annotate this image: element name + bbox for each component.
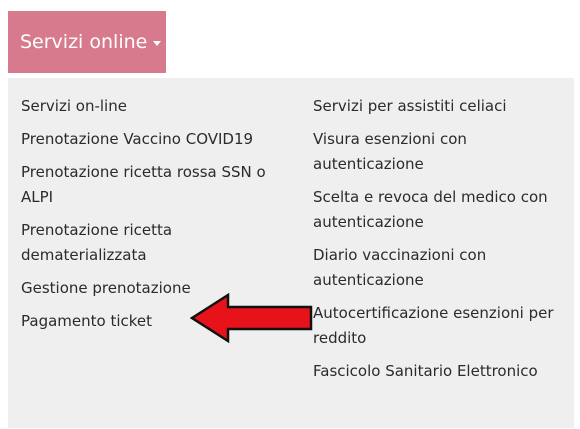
servizi-online-button[interactable]: Servizi online	[8, 11, 166, 73]
menu-item-scelta-revoca-medico[interactable]: Scelta e revoca del medico con autentica…	[313, 185, 565, 235]
menu-item-visura-esenzioni[interactable]: Visura esenzioni con autenticazione	[313, 127, 565, 177]
menu-item-servizi-on-line[interactable]: Servizi on-line	[21, 94, 301, 119]
menu-item-prenotazione-ricetta-rossa[interactable]: Prenotazione ricetta rossa SSN o ALPI	[21, 160, 301, 210]
servizi-online-label: Servizi online	[20, 31, 148, 53]
servizi-online-dropdown: Servizi on-line Prenotazione Vaccino COV…	[8, 78, 574, 428]
dropdown-right-column: Servizi per assistiti celiaci Visura ese…	[313, 94, 565, 392]
menu-item-autocertificazione-esenzioni[interactable]: Autocertificazione esenzioni per reddito	[313, 301, 565, 351]
red-arrow-icon	[190, 292, 313, 344]
menu-item-diario-vaccinazioni[interactable]: Diario vaccinazioni con autenticazione	[313, 243, 565, 293]
menu-item-servizi-celiaci[interactable]: Servizi per assistiti celiaci	[313, 94, 565, 119]
menu-item-prenotazione-vaccino-covid19[interactable]: Prenotazione Vaccino COVID19	[21, 127, 301, 152]
caret-down-icon	[153, 41, 162, 46]
menu-item-fascicolo-sanitario[interactable]: Fascicolo Sanitario Elettronico	[313, 359, 565, 384]
menu-item-prenotazione-ricetta-dematerializzata[interactable]: Prenotazione ricetta dematerializzata	[21, 218, 301, 268]
